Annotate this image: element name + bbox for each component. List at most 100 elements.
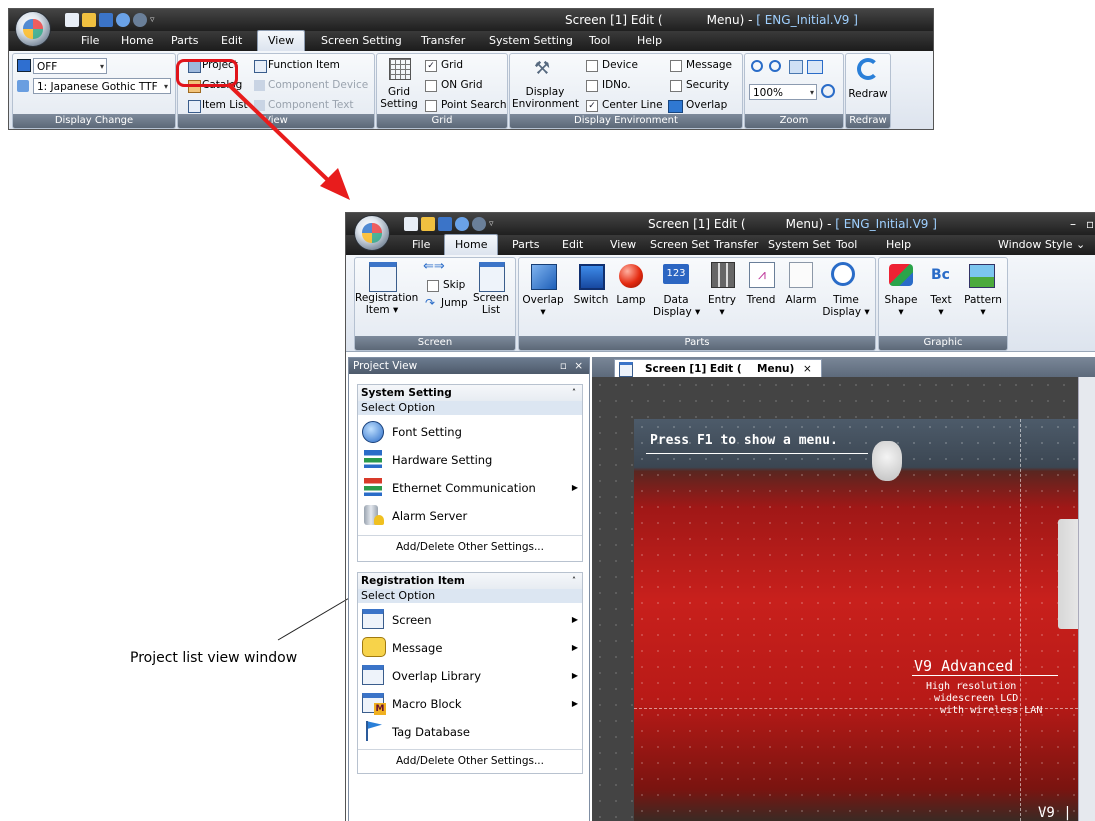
skip-checkbox[interactable] [427, 280, 439, 292]
skip-label: Skip [443, 279, 466, 291]
window-style-menu[interactable]: Window Style ⌄ [996, 235, 1087, 255]
registration-add-delete-link[interactable]: Add/Delete Other Settings... [358, 749, 582, 772]
minimize-button[interactable]: – [1070, 213, 1076, 235]
macro-m-badge-icon: M [374, 703, 386, 715]
text-button[interactable]: Text ▾ [923, 294, 959, 318]
screen-list-icon [479, 262, 505, 292]
switch-button[interactable]: Switch [569, 294, 613, 306]
hardware-setting-item[interactable]: Hardware Setting [358, 447, 582, 473]
screen-icon [362, 609, 384, 629]
feature-line-3: with wireless LAN [940, 705, 1043, 716]
bottom-quick-access-toolbar: ▿ [404, 216, 497, 232]
model-name-text: V9 Advanced [914, 657, 1014, 675]
alarm-server-item[interactable]: Alarm Server [358, 503, 582, 529]
parts-group-label: Parts [519, 336, 875, 350]
bottom-tab-help[interactable]: Help [884, 235, 913, 255]
bottom-tab-screen-set[interactable]: Screen Set [648, 235, 711, 255]
group-screen: Registration Item ▾ ⇐⇒ Skip ↷ Jump Screen… [354, 257, 516, 351]
press-f1-text: Press F1 to show a menu. [650, 433, 838, 448]
bottom-open-folder-icon[interactable] [421, 217, 435, 231]
registration-item-section: Registration Item ˄ Select Option Screen … [357, 572, 583, 774]
entry-button[interactable]: Entry ▾ [703, 294, 741, 318]
registration-select-option: Select Option [358, 589, 582, 603]
editor-tab-label-left: Screen [1] Edit ( [645, 363, 742, 375]
registration-item-icon [369, 262, 397, 292]
overlap-library-submenu-arrow-icon: ▶ [571, 671, 578, 680]
bottom-undo-icon[interactable] [455, 217, 469, 231]
project-view-header: Project View ▫ × [349, 358, 589, 374]
macro-block-item[interactable]: M Macro Block ▶ [358, 691, 582, 717]
entry-keypad-icon [711, 262, 735, 288]
maximize-button[interactable]: ▫ [1086, 213, 1094, 235]
bottom-qat-customize-icon[interactable]: ▿ [489, 217, 497, 231]
pattern-button[interactable]: Pattern ▾ [961, 294, 1005, 318]
system-setting-title[interactable]: System Setting ˄ [358, 385, 582, 401]
editor-tab-close-icon[interactable]: × [803, 362, 812, 376]
overlap-part-button[interactable]: Overlap ▾ [519, 294, 567, 318]
pin-icon[interactable]: ▫ [560, 358, 567, 374]
ethernet-communication-item[interactable]: Ethernet Communication ▶ [358, 475, 582, 501]
bottom-tab-parts[interactable]: Parts [510, 235, 541, 255]
message-item[interactable]: Message ▶ [358, 635, 582, 661]
skip-arrows-icon: ⇐⇒ [423, 259, 445, 274]
pattern-icon [969, 264, 995, 288]
collapse-icon-2[interactable]: ˄ [572, 573, 576, 589]
editor-scrollbar[interactable] [1078, 377, 1095, 821]
screen-doc-icon [619, 362, 633, 377]
font-setting-item[interactable]: Font Setting [358, 419, 582, 445]
time-display-icon [831, 262, 855, 286]
alarm-icon [789, 262, 813, 288]
alarm-button[interactable]: Alarm [781, 294, 821, 306]
bottom-redo-icon[interactable] [472, 217, 486, 231]
app-menu-orb-icon[interactable] [15, 11, 51, 47]
bottom-new-icon[interactable] [404, 217, 418, 231]
bottom-tab-system-set[interactable]: System Set [766, 235, 833, 255]
trend-icon: ⩘ [749, 262, 775, 288]
editor-area: Screen [1] Edit ( Menu) × Press F1 to sh… [592, 357, 1095, 821]
shape-button[interactable]: Shape ▾ [881, 294, 921, 318]
message-submenu-arrow-icon: ▶ [571, 643, 578, 652]
graphic-group-label: Graphic [879, 336, 1007, 350]
bottom-tab-bar: File Home Parts Edit View Screen Set Tra… [346, 234, 1095, 256]
bottom-app-menu-orb-icon[interactable] [354, 215, 390, 251]
jump-button[interactable]: Jump [441, 296, 468, 310]
ethernet-icon [364, 478, 382, 496]
home-ribbon: Registration Item ▾ ⇐⇒ Skip ↷ Jump Screen… [346, 255, 1095, 352]
macro-block-submenu-arrow-icon: ▶ [571, 699, 578, 708]
collapse-icon[interactable]: ˄ [572, 385, 576, 401]
system-add-delete-link[interactable]: Add/Delete Other Settings... [358, 535, 582, 558]
trend-button[interactable]: Trend [741, 294, 781, 306]
screen-canvas[interactable]: Press F1 to show a menu. V9 Advanced Hig… [634, 419, 1078, 821]
network-hierarchy-icon [364, 450, 382, 468]
screen-item[interactable]: Screen ▶ [358, 607, 582, 633]
lamp-button[interactable]: Lamp [611, 294, 651, 306]
overlap-library-item[interactable]: Overlap Library ▶ [358, 663, 582, 689]
feature-line-2: widescreen LCD [934, 693, 1019, 704]
registration-item-button[interactable]: Registration Item ▾ [355, 292, 418, 316]
screen-list-button[interactable]: Screen List [469, 292, 513, 316]
message-icon [362, 637, 386, 657]
bottom-tab-tool[interactable]: Tool [834, 235, 859, 255]
bottom-title-bar: ▿ Screen [1] Edit (Menu) - [ ENG_Initial… [346, 213, 1095, 251]
registration-item-title[interactable]: Registration Item ˄ [358, 573, 582, 589]
editor-doc-tab[interactable]: Screen [1] Edit ( Menu) × [614, 359, 822, 378]
bottom-tab-view[interactable]: View [608, 235, 638, 255]
data-display-button[interactable]: Data Display ▾ [653, 294, 700, 318]
flag-icon [366, 721, 382, 730]
panel-close-icon[interactable]: × [574, 358, 583, 374]
bottom-tab-file[interactable]: File [410, 235, 432, 255]
bottom-save-icon[interactable] [438, 217, 452, 231]
callout-label: Project list view window [130, 650, 298, 666]
editor-tab-label-right: Menu) [757, 363, 795, 375]
bottom-tab-home[interactable]: Home [444, 234, 499, 256]
screen-group-label: Screen [355, 336, 515, 350]
time-display-button[interactable]: Time Display ▾ [821, 294, 871, 318]
jump-icon: ↷ [425, 296, 436, 310]
press-f1-underline [646, 453, 868, 454]
center-line-vertical [1020, 419, 1021, 821]
tag-database-item[interactable]: Tag Database [358, 719, 582, 745]
switch-icon [579, 264, 605, 290]
bottom-tab-transfer[interactable]: Transfer [712, 235, 760, 255]
data-display-icon: 123 [663, 264, 689, 284]
bottom-tab-edit[interactable]: Edit [560, 235, 585, 255]
